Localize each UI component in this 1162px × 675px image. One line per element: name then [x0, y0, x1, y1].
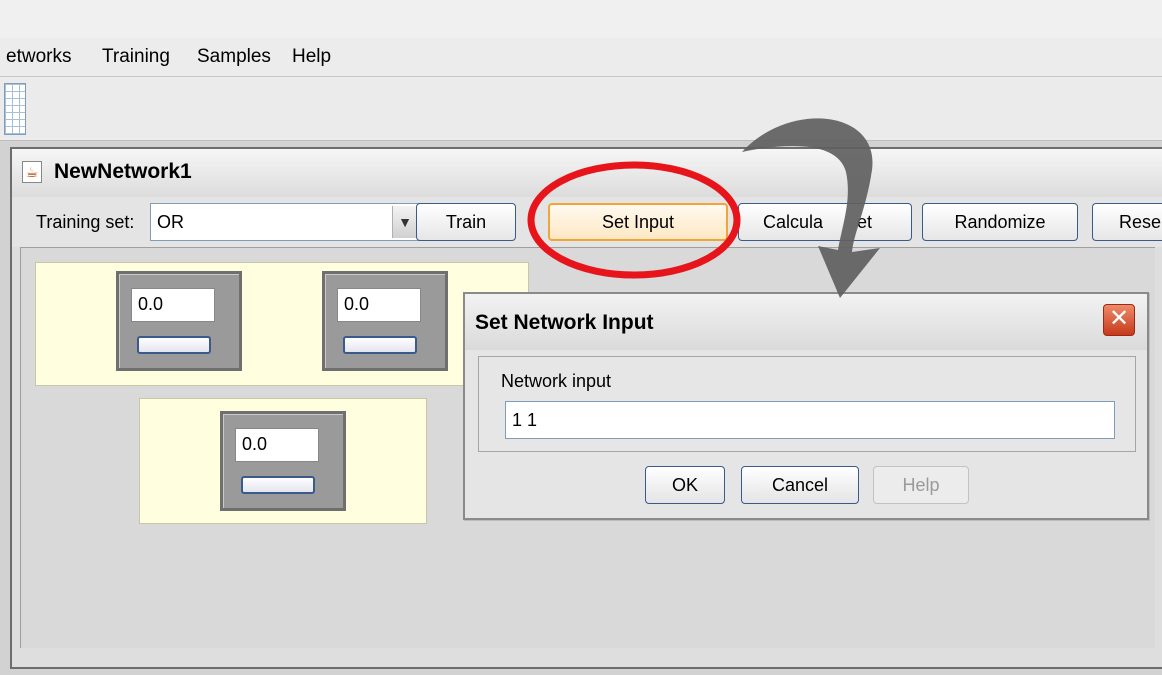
output-neuron: 0.0 — [220, 411, 346, 511]
input-neuron: 0.0 — [322, 271, 448, 371]
neuron-value-field[interactable]: 0.0 — [235, 428, 319, 462]
neuron-button[interactable] — [137, 336, 211, 354]
dialog-title: Set Network Input — [475, 311, 654, 334]
help-button: Help — [873, 466, 969, 504]
toolbar — [0, 77, 1162, 141]
set-network-input-dialog: Set Network Input ✕ Network input 1 1 OK… — [463, 292, 1149, 520]
chevron-down-icon[interactable]: ▼ — [392, 206, 417, 238]
dialog-title-bar[interactable]: Set Network Input ✕ — [465, 294, 1147, 350]
network-input-field[interactable]: 1 1 — [505, 401, 1115, 439]
ok-button[interactable]: OK — [645, 466, 725, 504]
menu-bar: etworks Training Samples Help — [0, 38, 1162, 77]
menu-help[interactable]: Help — [292, 46, 331, 68]
calculate-button-label-start: Calcula — [763, 212, 824, 232]
neuron-value-field[interactable]: 0.0 — [131, 288, 215, 322]
output-layer: 0.0 — [139, 398, 427, 524]
set-input-button[interactable]: Set Input — [548, 203, 728, 241]
neuron-button[interactable] — [241, 476, 315, 494]
grid-icon[interactable] — [4, 83, 26, 135]
network-input-panel: Network input 1 1 — [478, 356, 1136, 452]
training-set-value: OR — [157, 212, 184, 232]
calculate-output-button[interactable]: Calcula et — [738, 203, 912, 241]
frame-title-bar[interactable]: ☕ NewNetwork1 — [12, 149, 1162, 198]
input-layer: 0.0 0.0 — [35, 262, 529, 386]
cancel-button[interactable]: Cancel — [741, 466, 859, 504]
close-icon[interactable]: ✕ — [1103, 304, 1135, 336]
randomize-button[interactable]: Randomize — [922, 203, 1078, 241]
train-button[interactable]: Train — [416, 203, 516, 241]
menu-samples[interactable]: Samples — [197, 46, 271, 68]
window-title-strip — [0, 0, 1162, 38]
java-cup-icon: ☕ — [22, 161, 42, 183]
menu-training[interactable]: Training — [102, 46, 170, 68]
frame-title: NewNetwork1 — [54, 160, 192, 183]
menu-networks[interactable]: etworks — [6, 46, 71, 68]
reset-button[interactable]: Rese — [1092, 203, 1162, 241]
calculate-button-label-end: et — [857, 212, 873, 232]
neuron-value-field[interactable]: 0.0 — [337, 288, 421, 322]
network-input-label: Network input — [501, 371, 612, 391]
control-bar: Training set: OR ▼ Train Set Input Calcu… — [12, 197, 1162, 247]
training-set-select[interactable]: OR ▼ — [150, 203, 420, 241]
neuron-button[interactable] — [343, 336, 417, 354]
input-neuron: 0.0 — [116, 271, 242, 371]
training-set-label: Training set: — [36, 212, 135, 232]
